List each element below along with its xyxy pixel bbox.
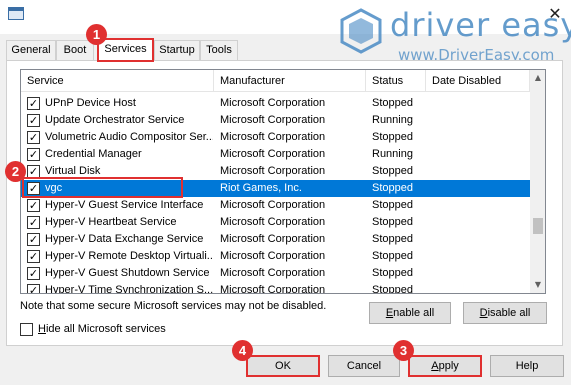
service-manufacturer: Microsoft Corporation [220,267,326,279]
service-checkbox[interactable]: ✓ [27,216,40,229]
tab-tools[interactable]: Tools [200,40,238,60]
driver-easy-logo-icon [340,8,382,54]
table-row[interactable]: ✓ UPnP Device Host Microsoft Corporation St… [21,95,531,112]
service-name: Hyper-V Data Exchange Service [45,233,204,245]
service-manufacturer: Microsoft Corporation [220,114,326,126]
service-checkbox[interactable]: ✓ [27,233,40,246]
secure-services-note: Note that some secure Microsoft services… [20,300,327,312]
service-manufacturer: Microsoft Corporation [220,233,326,245]
service-manufacturer: Microsoft Corporation [220,250,326,262]
help-button[interactable]: Help [490,355,564,377]
window-icon [8,7,24,20]
service-name: Hyper-V Guest Shutdown Service [45,267,210,279]
column-header-manufacturer[interactable]: Manufacturer [214,70,366,92]
column-header-service[interactable]: Service [21,70,214,92]
tab-boot[interactable]: Boot [56,40,94,60]
service-manufacturer: Microsoft Corporation [220,284,326,294]
service-name: Credential Manager [45,148,142,160]
table-row[interactable]: ✓ Credential Manager Microsoft Corporation… [21,146,531,163]
service-checkbox[interactable]: ✓ [27,131,40,144]
service-status: Stopped [372,216,413,228]
watermark-brand: driver easy [390,6,571,44]
vertical-scrollbar[interactable]: ▲ ▼ [530,70,545,293]
scroll-down-icon[interactable]: ▼ [530,277,545,293]
service-status: Stopped [372,233,413,245]
table-row[interactable]: ✓ Hyper-V Time Synchronization S... Micros… [21,282,531,294]
service-checkbox[interactable]: ✓ [27,97,40,110]
service-status: Stopped [372,182,413,194]
service-manufacturer: Microsoft Corporation [220,131,326,143]
service-status: Stopped [372,267,413,279]
service-name: Hyper-V Guest Service Interface [45,199,204,211]
table-row[interactable]: ✓ Hyper-V Heartbeat Service Microsoft Corp… [21,214,531,231]
service-checkbox[interactable]: ✓ [27,250,40,263]
vgc-highlight-box [22,177,183,198]
step-badge-3: 3 [393,340,414,361]
step-badge-2: 2 [5,161,26,182]
service-checkbox[interactable]: ✓ [27,114,40,127]
service-manufacturer: Riot Games, Inc. [220,182,302,194]
service-name: UPnP Device Host [45,97,136,109]
service-status: Stopped [372,165,413,177]
apply-button[interactable]: Apply [408,355,482,377]
table-row[interactable]: ✓ Hyper-V Remote Desktop Virtuali... Micro… [21,248,531,265]
service-manufacturer: Microsoft Corporation [220,165,326,177]
column-header-date-disabled[interactable]: Date Disabled [426,70,530,92]
service-checkbox[interactable]: ✓ [27,199,40,212]
step-badge-1: 1 [86,24,107,45]
service-status: Stopped [372,97,413,109]
service-manufacturer: Microsoft Corporation [220,199,326,211]
table-row[interactable]: ✓ Update Orchestrator Service Microsoft Co… [21,112,531,129]
cancel-button[interactable]: Cancel [328,355,400,377]
service-name: Update Orchestrator Service [45,114,185,126]
service-checkbox[interactable]: ✓ [27,148,40,161]
tab-general[interactable]: General [6,40,56,60]
service-manufacturer: Microsoft Corporation [220,216,326,228]
table-row[interactable]: ✓ Volumetric Audio Compositor Ser... Micro… [21,129,531,146]
table-row[interactable]: ✓ Hyper-V Guest Shutdown Service Microsoft… [21,265,531,282]
step-badge-4: 4 [232,340,253,361]
service-status: Stopped [372,199,413,211]
scroll-thumb[interactable] [533,218,543,234]
service-status: Stopped [372,284,413,294]
tab-startup[interactable]: Startup [154,40,200,60]
column-header-status[interactable]: Status [366,70,426,92]
ok-button[interactable]: OK [246,355,320,377]
hide-microsoft-services-label[interactable]: Hide all Microsoft services [38,323,166,335]
watermark: driver easy www.DriverEasy.com [338,4,571,68]
enable-all-button[interactable]: Enable all [369,302,451,324]
service-manufacturer: Microsoft Corporation [220,97,326,109]
service-checkbox[interactable]: ✓ [27,284,40,293]
service-manufacturer: Microsoft Corporation [220,148,326,160]
disable-all-button[interactable]: Disable all [463,302,547,324]
service-name: Hyper-V Time Synchronization S... [45,284,213,294]
service-status: Running [372,114,413,126]
table-row[interactable]: ✓ Hyper-V Data Exchange Service Microsoft … [21,231,531,248]
service-status: Stopped [372,131,413,143]
table-row[interactable]: ✓ Hyper-V Guest Service Interface Microsof… [21,197,531,214]
service-name: Hyper-V Heartbeat Service [45,216,177,228]
service-status: Stopped [372,250,413,262]
service-status: Running [372,148,413,160]
list-header: Service Manufacturer Status Date Disable… [21,70,531,92]
hide-microsoft-services-checkbox[interactable] [20,323,33,336]
tab-services[interactable]: Services [97,38,154,62]
service-name: Volumetric Audio Compositor Ser... [45,131,213,143]
service-checkbox[interactable]: ✓ [27,267,40,280]
scroll-up-icon[interactable]: ▲ [530,70,545,86]
service-name: Hyper-V Remote Desktop Virtuali... [45,250,213,262]
